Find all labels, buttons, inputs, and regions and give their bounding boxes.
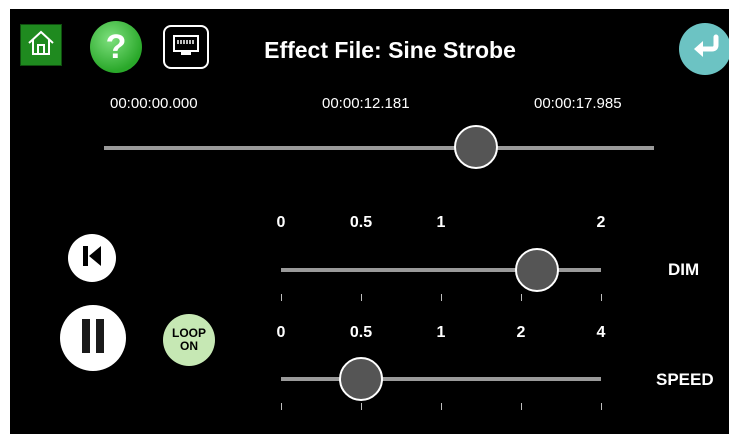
timeline-thumb[interactable] xyxy=(454,125,499,169)
speed-tick xyxy=(441,403,442,410)
speed-tick xyxy=(601,403,602,410)
dim-scale-label: 1 xyxy=(436,214,446,231)
loop-state: ON xyxy=(180,339,198,353)
speed-slider[interactable]: 0 0.5 1 2 4 xyxy=(277,319,610,419)
back-button[interactable] xyxy=(679,23,729,75)
dim-slider[interactable]: 0 0.5 1 2 xyxy=(277,209,610,309)
speed-tick xyxy=(281,403,282,410)
home-icon xyxy=(26,29,56,62)
dim-tick xyxy=(361,294,362,301)
pause-button[interactable] xyxy=(60,305,126,371)
network-button[interactable] xyxy=(163,25,209,69)
dim-tick xyxy=(441,294,442,301)
skip-to-start-button[interactable] xyxy=(68,234,116,282)
home-button[interactable] xyxy=(20,24,62,66)
ethernet-port-icon xyxy=(172,33,200,62)
skip-back-icon xyxy=(81,244,103,273)
page-title: Effect File: Sine Strobe xyxy=(264,37,516,63)
help-button[interactable]: ? xyxy=(90,21,142,73)
speed-scale-label: 4 xyxy=(596,324,606,341)
dim-scale-label: 0 xyxy=(276,214,286,231)
dim-scale-label: 0.5 xyxy=(349,214,373,231)
speed-label: SPEED xyxy=(656,370,714,389)
start-time: 00:00:00.000 xyxy=(110,95,198,112)
speed-tick xyxy=(361,403,362,410)
speed-thumb[interactable] xyxy=(339,357,383,401)
speed-track xyxy=(281,377,601,381)
end-time: 00:00:17.985 xyxy=(534,95,622,112)
dim-scale-label: 2 xyxy=(596,214,606,231)
dim-thumb[interactable] xyxy=(515,248,559,292)
timeline-track xyxy=(104,146,654,150)
help-icon: ? xyxy=(105,27,127,66)
speed-tick xyxy=(521,403,522,410)
dim-tick xyxy=(281,294,282,301)
dim-tick xyxy=(521,294,522,301)
speed-scale-label: 0.5 xyxy=(349,324,373,341)
dim-label: DIM xyxy=(668,260,700,279)
pause-icon xyxy=(80,318,106,359)
loop-toggle[interactable]: LOOP ON xyxy=(163,314,215,366)
speed-scale-label: 2 xyxy=(516,324,526,341)
speed-scale-label: 0 xyxy=(276,324,286,341)
return-arrow-icon xyxy=(690,34,720,65)
current-time: 00:00:12.181 xyxy=(322,95,410,112)
screen: ? Effect File: Sine Strobe 00:00:00.000 … xyxy=(10,9,729,434)
timeline-slider[interactable] xyxy=(104,125,654,169)
dim-tick xyxy=(601,294,602,301)
speed-scale-label: 1 xyxy=(436,324,446,341)
